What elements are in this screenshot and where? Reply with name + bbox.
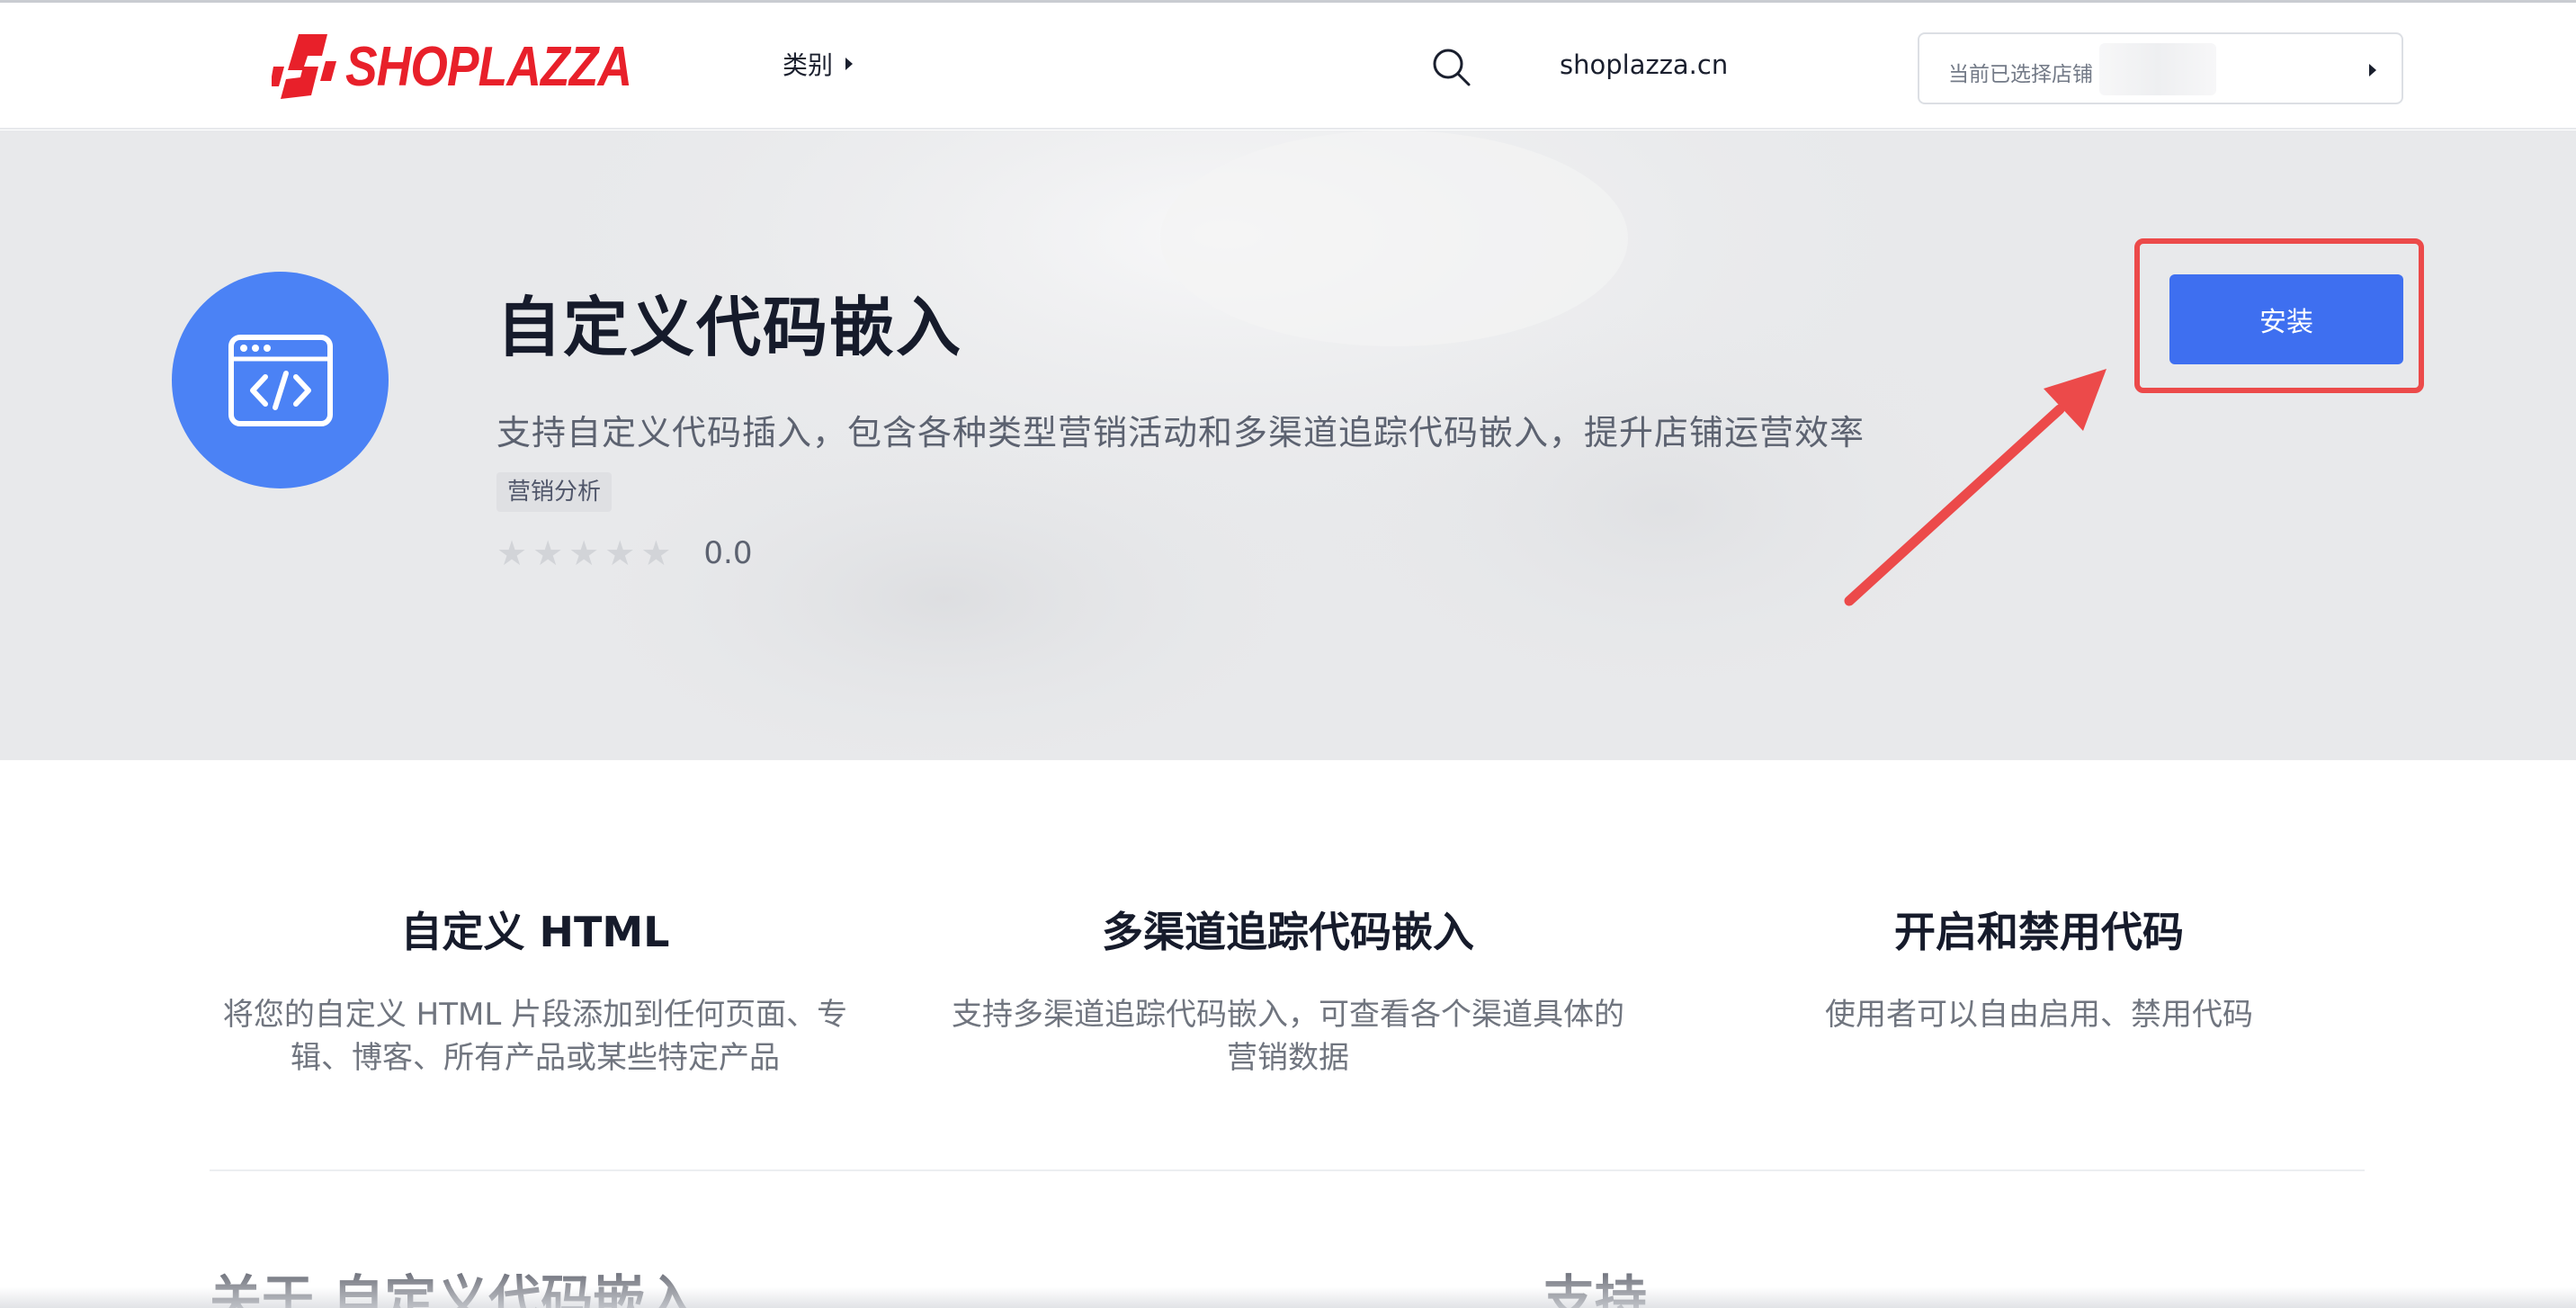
about-section-title: 关于 自定义代码嵌入	[210, 1269, 698, 1308]
feature-description: 将您的自定义 HTML 片段添加到任何页面、专辑、博客、所有产品或某些特定产品	[222, 997, 848, 1076]
feature-title: 多渠道追踪代码嵌入	[1102, 908, 1474, 956]
category-menu[interactable]: 类别	[783, 46, 854, 82]
annotation-arrow-icon	[1844, 369, 2106, 606]
top-header: SHOPLAZZA 类别 shoplazza.cn 当前已选择店铺	[0, 3, 2576, 130]
shoplazza-logo[interactable]: SHOPLAZZA	[272, 31, 678, 103]
domain-switch-link[interactable]: shoplazza.cn	[1560, 49, 1728, 80]
app-hero: 自定义代码嵌入 支持自定义代码插入，包含各种类型营销活动和多渠道追踪代码嵌入，提…	[0, 130, 2576, 760]
store-name-redacted	[2099, 43, 2216, 95]
domain-label: shoplazza.cn	[1560, 49, 1729, 80]
logo-text: SHOPLAZZA	[345, 35, 632, 98]
caret-right-icon	[2369, 64, 2376, 76]
support-section-title: 支持	[1543, 1269, 1648, 1308]
shoplazza-logo-icon	[272, 34, 336, 99]
category-label: 类别	[783, 50, 834, 80]
store-selector[interactable]: 当前已选择店铺	[1918, 32, 2403, 104]
store-selector-placeholder: 当前已选择店铺	[1948, 63, 2093, 86]
feature-toggle-code: 开启和禁用代码 使用者可以自由启用、禁用代码	[1697, 900, 2381, 1036]
feature-title: 开启和禁用代码	[1894, 908, 2184, 956]
feature-multichannel-tracking: 多渠道追踪代码嵌入 支持多渠道追踪代码嵌入，可查看各个渠道具体的营销数据	[946, 900, 1630, 1080]
feature-description: 支持多渠道追踪代码嵌入，可查看各个渠道具体的营销数据	[952, 997, 1624, 1076]
caret-right-icon	[845, 58, 854, 70]
feature-title: 自定义 HTML	[400, 908, 670, 956]
feature-description: 使用者可以自由启用、禁用代码	[1825, 997, 2253, 1033]
search-icon[interactable]	[1430, 46, 1473, 89]
feature-custom-html: 自定义 HTML 将您的自定义 HTML 片段添加到任何页面、专辑、博客、所有产…	[193, 900, 877, 1080]
section-divider	[210, 1169, 2365, 1171]
